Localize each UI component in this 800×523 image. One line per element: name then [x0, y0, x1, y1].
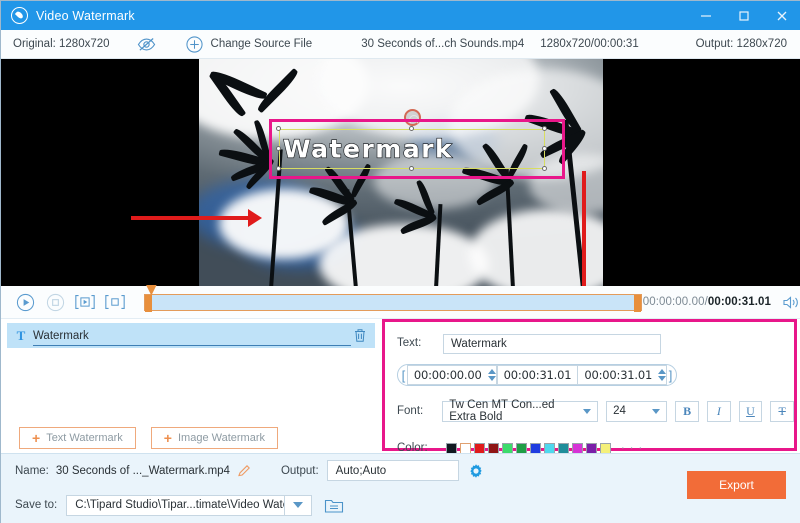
bold-button[interactable]: B [675, 400, 700, 422]
underline-button[interactable]: U [738, 400, 763, 422]
annotation-highlight-box [269, 119, 565, 179]
color-swatch[interactable] [474, 442, 485, 454]
add-watermark-row: + Text Watermark + Image Watermark [1, 423, 381, 453]
player-bar: 00:00:00.00/00:00:31.01 [1, 284, 800, 319]
timeline-range[interactable] [143, 293, 642, 312]
font-family-select[interactable]: Tw Cen MT Con...ed Extra Bold [442, 399, 599, 423]
start-time-input[interactable]: 00:00:00.00 [406, 365, 488, 385]
minimize-icon[interactable] [687, 1, 725, 30]
add-text-watermark-label: Text Watermark [46, 432, 123, 444]
output-file-name: 30 Seconds of ..._Watermark.mp4 [55, 464, 230, 477]
pencil-icon[interactable] [237, 464, 251, 478]
duration-stepper[interactable] [658, 365, 668, 385]
end-bracket: ] [668, 367, 673, 383]
layer-name[interactable]: Watermark [33, 330, 351, 346]
start-time-stepper[interactable] [487, 365, 497, 385]
plus-circle-icon[interactable] [185, 35, 203, 53]
text-input[interactable]: Watermark [443, 334, 661, 354]
current-time: 00:00:00.00 [642, 296, 705, 308]
maximize-icon[interactable] [725, 1, 763, 30]
font-family-value: Tw Cen MT Con...ed Extra Bold [449, 399, 555, 423]
title-bar: Video Watermark [1, 1, 800, 30]
plus-icon: + [32, 430, 41, 446]
save-to-dropdown[interactable] [285, 494, 313, 516]
chevron-down-icon [652, 408, 661, 414]
strikethrough-button[interactable]: T [770, 400, 794, 422]
plus-icon: + [163, 430, 172, 446]
top-toolbar: Original: 1280x720 Change Source File 30… [1, 30, 800, 59]
droplet-logo-icon [11, 7, 28, 24]
font-label: Font: [397, 405, 424, 417]
save-to-label: Save to: [15, 499, 58, 511]
time-range-group: [ 00:00:00.00 00:00:31.01 00:00:31.01 ] [397, 364, 677, 386]
close-icon[interactable] [763, 1, 800, 30]
output-format-label: Output: [280, 464, 319, 477]
annotation-arrow-left [131, 209, 262, 227]
original-resolution-label: Original: 1280x720 [13, 38, 110, 50]
save-to-input[interactable]: C:\Tipard Studio\Tipar...timate\Video Wa… [66, 494, 286, 516]
name-label: Name: [15, 464, 49, 477]
gear-icon[interactable] [468, 463, 484, 479]
text-label: Text: [397, 337, 422, 349]
watermark-properties-panel: Text: Watermark [ 00:00:00.00 00:00:31.0… [382, 319, 797, 454]
list-item[interactable]: T Watermark [7, 323, 375, 348]
watermark-layer-list: T Watermark [1, 319, 381, 421]
color-swatch[interactable] [572, 442, 583, 454]
italic-button[interactable]: I [707, 400, 731, 422]
trim-handle-right[interactable] [633, 294, 641, 312]
color-swatch[interactable] [544, 442, 555, 454]
font-size-value: 24 [613, 405, 626, 417]
color-swatch[interactable] [446, 442, 457, 454]
window-controls [687, 1, 800, 30]
text-row: Text: Watermark [385, 330, 794, 356]
color-swatch[interactable] [488, 442, 499, 454]
color-swatch[interactable] [586, 442, 597, 454]
font-size-select[interactable]: 24 [606, 400, 668, 422]
eye-off-icon[interactable] [136, 35, 158, 53]
duration-input[interactable]: 00:00:31.01 [578, 365, 659, 385]
font-row: Font: Tw Cen MT Con...ed Extra Bold 24 B… [385, 398, 794, 424]
trash-icon[interactable] [351, 327, 369, 345]
window-title: Video Watermark [36, 8, 135, 23]
speaker-icon[interactable] [783, 293, 800, 311]
output-resolution-label: Output: 1280x720 [695, 38, 787, 50]
change-source-file-button[interactable]: Change Source File [211, 38, 313, 50]
chevron-down-icon [293, 502, 304, 508]
trim-handle-left[interactable] [144, 294, 152, 312]
color-swatch[interactable] [530, 442, 541, 454]
end-time-input[interactable]: 00:00:31.01 [496, 365, 579, 385]
text-type-icon: T [16, 327, 26, 343]
folder-icon[interactable] [324, 497, 344, 514]
save-location-bar: Save to: C:\Tipard Studio\Tipar...timate… [1, 487, 800, 523]
bracket-stop-icon[interactable] [104, 291, 126, 313]
app-window: Video Watermark Original: 1280x720 Chang… [0, 0, 800, 523]
color-swatch[interactable] [460, 442, 471, 454]
play-circle-icon[interactable] [15, 291, 36, 313]
source-file-resolution: 1280x720/00:00:31 [540, 38, 639, 50]
export-button[interactable]: Export [687, 471, 786, 499]
total-time: 00:00:31.01 [707, 296, 771, 308]
add-image-watermark-button[interactable]: + Image Watermark [150, 427, 278, 449]
add-image-watermark-label: Image Watermark [177, 432, 265, 444]
stop-circle-icon[interactable] [44, 291, 65, 313]
add-text-watermark-button[interactable]: + Text Watermark [19, 427, 136, 449]
output-name-bar: Name: 30 Seconds of ..._Watermark.mp4 Ou… [1, 453, 800, 487]
color-swatch[interactable] [600, 442, 611, 454]
chevron-down-icon [583, 408, 592, 414]
color-swatch[interactable] [502, 442, 513, 454]
time-readout: 00:00:00.00/00:00:31.01 [643, 296, 771, 308]
bracket-play-icon[interactable] [74, 291, 96, 313]
output-format-value[interactable]: Auto;Auto [326, 460, 459, 481]
source-file-name: 30 Seconds of...ch Sounds.mp4 [361, 38, 525, 50]
video-preview[interactable]: Watermark [199, 59, 603, 286]
start-bracket: [ [401, 367, 406, 383]
timeline-track[interactable] [143, 284, 642, 312]
editor-area: T Watermark + Text Watermark + Image Wat… [1, 319, 800, 454]
color-swatch[interactable] [516, 442, 527, 454]
color-swatch[interactable] [558, 442, 569, 454]
preview-stage: Watermark [1, 59, 800, 286]
